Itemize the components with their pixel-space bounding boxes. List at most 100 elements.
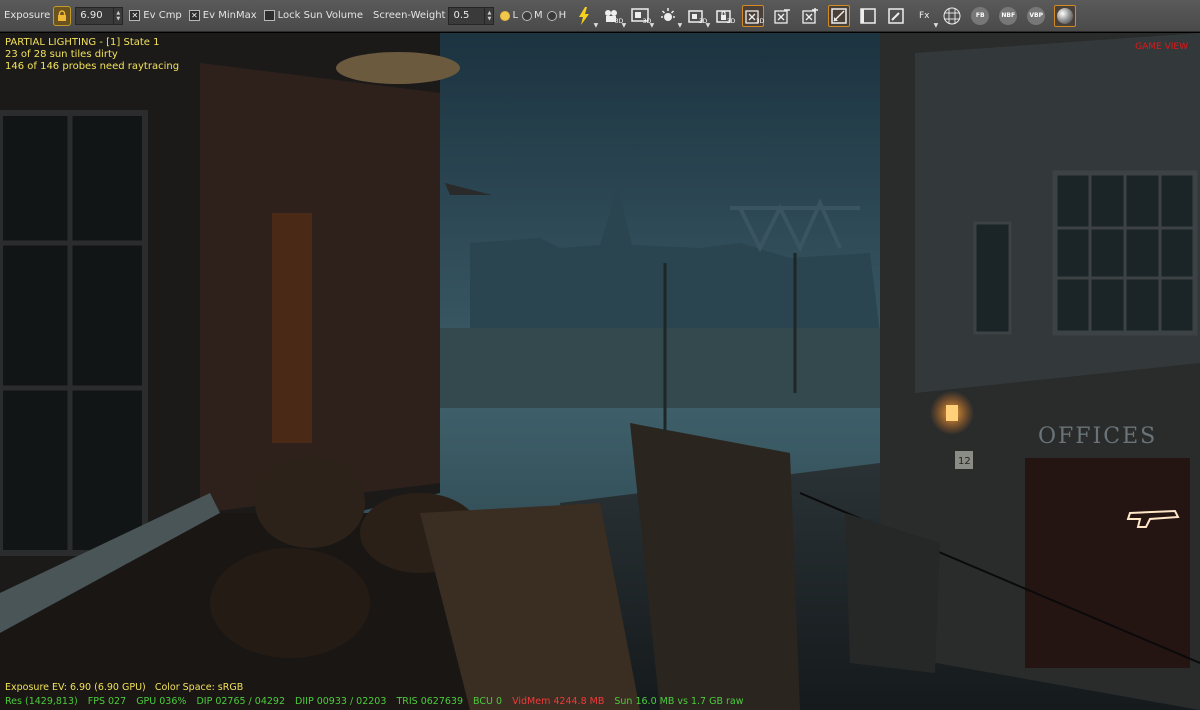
lighting-status-panel: PARTIAL LIGHTING - [1] State 1 23 of 28 …	[5, 37, 179, 73]
quality-radio-h[interactable]: H	[546, 10, 567, 21]
box-3d-dropdown-caret[interactable]: ▼	[706, 22, 711, 29]
sun-tiles-status: 23 of 28 sun tiles dirty	[5, 49, 118, 60]
box-lock-sub: 3D	[726, 17, 736, 25]
screen-weight-spinbox[interactable]: 0.5 ▲ ▼	[448, 6, 495, 25]
quality-radio-l[interactable]: L	[500, 10, 518, 21]
offices-sign: OFFICES	[1038, 424, 1157, 449]
lighting-status: PARTIAL LIGHTING - [1] State 1	[5, 37, 160, 48]
vbp-icon: VBP	[1027, 6, 1046, 25]
screen-3d-button[interactable]: 3D ▼	[630, 6, 654, 29]
lightning-icon	[579, 6, 590, 25]
left-brick-wall	[200, 63, 440, 513]
bcu-stat: BCU 0	[473, 696, 503, 707]
address-plate-number: 12	[958, 456, 971, 467]
street-lamp	[946, 405, 958, 421]
fb-badge-label: FB	[975, 12, 985, 19]
gizmo-plus-icon	[802, 7, 819, 24]
screen-weight-stepper-arrows[interactable]: ▲ ▼	[484, 7, 493, 24]
nbf-button[interactable]: NBF	[998, 6, 1018, 26]
sphere-button[interactable]	[1054, 4, 1077, 27]
sun-button[interactable]: ▼	[658, 6, 682, 29]
game-viewport[interactable]: 12 OFFICES PARTIAL LIGHTING - [1] State …	[0, 33, 1200, 710]
fx-dropdown-caret[interactable]: ▼	[934, 22, 939, 29]
radio-h-dot[interactable]	[546, 10, 557, 21]
ev-minmax-check-icon[interactable]: ✕	[188, 10, 200, 21]
radio-l-label: L	[512, 10, 519, 21]
gizmo-3d-sub: 3D	[755, 17, 765, 25]
screen-edit-icon	[831, 7, 847, 24]
tris-stat: TRIS 0627639	[396, 696, 464, 707]
gpu-stat: GPU 036%	[136, 696, 187, 707]
res-stat: Res (1429,813)	[5, 696, 78, 707]
fb-button[interactable]: FB	[970, 6, 990, 26]
frame-icon	[860, 7, 876, 24]
lock-sun-volume-label: Lock Sun Volume	[277, 10, 364, 21]
box-3d-button[interactable]: 3D ▼	[686, 6, 710, 29]
render-stats-bar: Res (1429,813) FPS 027 GPU 036% DIP 0276…	[5, 696, 751, 708]
exposure-ev-text: Exposure EV: 6.90 (6.90 GPU)	[5, 682, 146, 693]
offices-doorway	[1025, 458, 1190, 668]
radio-m-dot[interactable]	[522, 10, 533, 21]
nbf-badge-label: NBF	[1001, 12, 1016, 19]
vbp-badge-label: VBP	[1029, 12, 1044, 19]
sack	[210, 548, 370, 658]
camera-3d-dropdown-caret[interactable]: ▼	[622, 22, 627, 29]
sack	[255, 458, 365, 548]
ev-cmp-check-icon[interactable]: ✕	[129, 10, 141, 21]
gizmo-3d-button[interactable]: 3D	[742, 4, 765, 27]
grid-button[interactable]	[942, 6, 962, 26]
fps-stat: FPS 027	[87, 696, 127, 707]
gizmo-minus-icon	[774, 8, 791, 24]
nbf-icon: NBF	[999, 6, 1018, 25]
ev-cmp-label: Ev Cmp	[143, 10, 182, 21]
lock-sun-volume-checkbox[interactable]: Lock Sun Volume	[263, 10, 364, 21]
radio-m-label: M	[534, 10, 543, 21]
right-small-window	[973, 221, 1012, 335]
exposure-spinbox[interactable]: 6.90 ▲ ▼	[75, 6, 124, 25]
diip-stat: DIIP 00933 / 02203	[295, 696, 387, 707]
probes-status: 146 of 146 probes need raytracing	[5, 61, 180, 72]
gizmo-minus-button[interactable]	[772, 6, 792, 26]
wooden-door	[272, 213, 312, 443]
ev-cmp-checkbox[interactable]: ✕ Ev Cmp	[129, 10, 182, 21]
scene-render: 12 OFFICES	[0, 33, 1200, 710]
grid-icon	[943, 7, 961, 24]
radio-h-label: H	[558, 10, 567, 21]
fb-icon: FB	[971, 6, 990, 25]
pencil-icon	[888, 7, 904, 24]
fx-icon: Fx	[918, 10, 930, 21]
quality-radio-m[interactable]: M	[522, 10, 543, 21]
exposure-value[interactable]: 6.90	[76, 10, 113, 21]
box-lock-button[interactable]: 3D	[714, 6, 736, 26]
ev-minmax-label: Ev MinMax	[202, 10, 257, 21]
gizmo-plus-button[interactable]	[800, 6, 820, 26]
fx-button[interactable]: Fx ▼	[914, 6, 938, 29]
screen-edit-button[interactable]	[828, 4, 851, 27]
editor-toolbar: Exposure 6.90 ▲ ▼ ✕ Ev Cmp ✕ Ev MinMax Lo…	[0, 0, 1200, 32]
frame-button[interactable]	[858, 6, 878, 26]
sphere-icon	[1057, 7, 1074, 24]
ev-minmax-checkbox[interactable]: ✕ Ev MinMax	[188, 10, 257, 21]
vidmem-stat: VidMem 4244.8 MB	[512, 696, 605, 707]
exposure-lock-button[interactable]	[53, 5, 72, 26]
lighting-button[interactable]: ▼	[574, 6, 598, 29]
vbp-button[interactable]: VBP	[1026, 6, 1046, 26]
pencil-button[interactable]	[886, 6, 906, 26]
screen-weight-value[interactable]: 0.5	[449, 10, 484, 21]
lock-sun-volume-box[interactable]	[263, 10, 275, 21]
sun-dropdown-caret[interactable]: ▼	[678, 22, 683, 29]
screen-weight-label: Screen-Weight	[373, 10, 446, 21]
water	[440, 328, 880, 408]
exposure-info: Exposure EV: 6.90 (6.90 GPU) Color Space…	[5, 682, 243, 694]
radio-l-dot[interactable]	[500, 10, 511, 21]
lighting-dropdown-caret[interactable]: ▼	[594, 22, 599, 29]
color-space-text: Color Space: sRGB	[154, 682, 244, 693]
view-mode-label: GAME VIEW	[1135, 42, 1188, 52]
camera-3d-button[interactable]: 3D ▼	[602, 6, 626, 29]
lock-icon	[58, 9, 67, 21]
sun-icon	[661, 7, 676, 21]
exposure-stepper-arrows[interactable]: ▲ ▼	[113, 7, 122, 24]
screen-3d-dropdown-caret[interactable]: ▼	[650, 22, 655, 29]
exposure-label: Exposure	[4, 10, 51, 21]
ceiling-lamp	[336, 52, 460, 84]
